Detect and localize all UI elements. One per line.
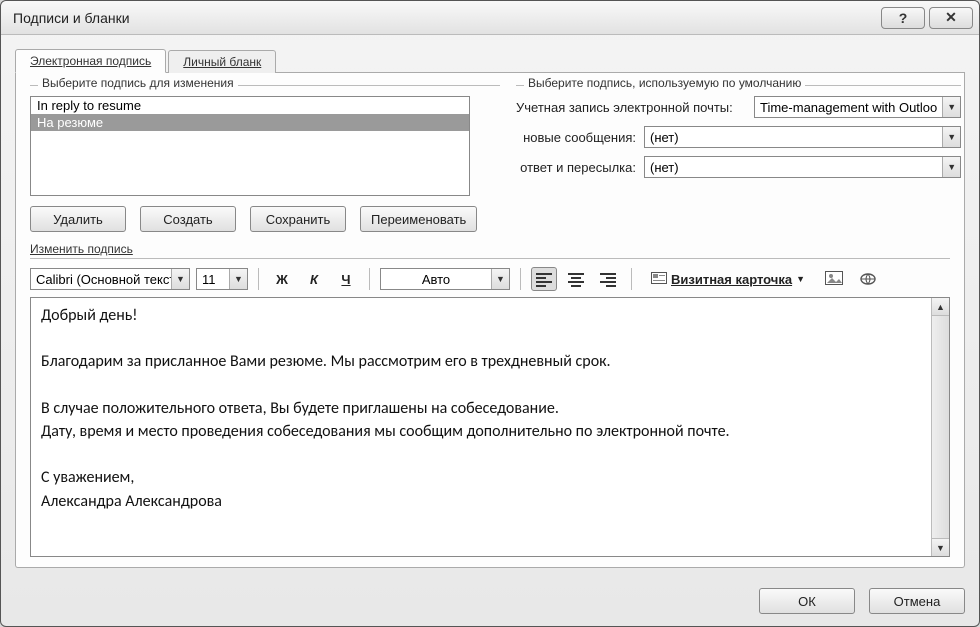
separator: [258, 268, 259, 290]
tab-label: Электронная подпись: [30, 54, 151, 68]
replies-row: ответ и пересылка: (нет) ▼: [516, 156, 961, 178]
default-signature-group: Выберите подпись, используемую по умолча…: [516, 85, 961, 232]
chevron-down-icon: ▼: [229, 269, 247, 289]
chevron-down-icon: ▼: [796, 274, 805, 284]
button-label: Переименовать: [371, 212, 466, 227]
signature-buttons: Удалить Создать Сохранить Переименовать: [30, 206, 500, 232]
align-right-button[interactable]: [595, 267, 621, 291]
scroll-down-icon[interactable]: ▼: [932, 538, 949, 556]
separator: [369, 268, 370, 290]
save-button[interactable]: Сохранить: [250, 206, 346, 232]
font-combo[interactable]: Calibri (Основной текст ▼: [30, 268, 190, 290]
align-right-icon: [600, 273, 616, 285]
bold-button[interactable]: Ж: [269, 267, 295, 291]
group-frame: Учетная запись электронной почты: Time-m…: [516, 85, 961, 178]
button-label: Визитная карточка: [671, 272, 792, 287]
rename-button[interactable]: Переименовать: [360, 206, 477, 232]
top-row: Выберите подпись для изменения In reply …: [30, 85, 950, 232]
button-label: Отмена: [894, 594, 941, 609]
button-label: К: [310, 272, 318, 287]
business-card-button[interactable]: Визитная карточка ▼: [642, 267, 814, 291]
titlebar: Подписи и бланки ? ✕: [1, 1, 979, 35]
list-item[interactable]: In reply to resume: [31, 97, 469, 114]
tab-personal-stationery[interactable]: Личный бланк: [168, 50, 276, 73]
combo-value: Calibri (Основной текст: [31, 272, 171, 287]
link-icon: [859, 271, 877, 287]
italic-button[interactable]: К: [301, 267, 327, 291]
separator: [631, 268, 632, 290]
button-label: Создать: [163, 212, 212, 227]
group-label: Выберите подпись для изменения: [38, 76, 238, 90]
dialog-window: Подписи и бланки ? ✕ Электронная подпись…: [0, 0, 980, 627]
align-center-button[interactable]: [563, 267, 589, 291]
new-messages-combo[interactable]: (нет) ▼: [644, 126, 961, 148]
help-button[interactable]: ?: [881, 7, 925, 29]
signature-editor[interactable]: Добрый день! Благодарим за присланное Ва…: [31, 298, 931, 556]
edit-signature-label: Изменить подпись: [30, 242, 950, 256]
ok-button[interactable]: ОК: [759, 588, 855, 614]
tab-panel: Выберите подпись для изменения In reply …: [15, 73, 965, 568]
delete-button[interactable]: Удалить: [30, 206, 126, 232]
align-left-icon: [536, 273, 552, 285]
separator: [520, 268, 521, 290]
card-icon: [651, 272, 667, 286]
group-frame: In reply to resume На резюме Удалить Соз…: [30, 85, 500, 232]
close-button[interactable]: ✕: [929, 7, 973, 29]
replies-label: ответ и пересылка:: [516, 160, 644, 175]
scroll-up-icon[interactable]: ▲: [932, 298, 949, 316]
scrollbar[interactable]: ▲ ▼: [931, 298, 949, 556]
button-label: Ж: [276, 272, 288, 287]
edit-signature-group: Изменить подпись Calibri (Основной текст…: [30, 242, 950, 557]
replies-combo[interactable]: (нет) ▼: [644, 156, 961, 178]
button-label: Ч: [341, 272, 350, 287]
picture-icon: [825, 271, 843, 287]
combo-value: (нет): [645, 130, 942, 145]
dialog-footer: ОК Отмена: [1, 578, 979, 626]
signature-listbox[interactable]: In reply to resume На резюме: [30, 96, 470, 196]
new-button[interactable]: Создать: [140, 206, 236, 232]
new-messages-label: новые сообщения:: [516, 130, 644, 145]
group-label: Выберите подпись, используемую по умолча…: [524, 76, 805, 90]
combo-value: 11: [197, 272, 229, 287]
chevron-down-icon: ▼: [942, 157, 960, 177]
font-color-combo[interactable]: Авто ▼: [380, 268, 510, 290]
combo-value: (нет): [645, 160, 942, 175]
list-item[interactable]: На резюме: [31, 114, 469, 131]
tab-bar: Электронная подпись Личный бланк: [15, 45, 965, 73]
new-messages-row: новые сообщения: (нет) ▼: [516, 126, 961, 148]
insert-picture-button[interactable]: [820, 267, 848, 291]
select-signature-group: Выберите подпись для изменения In reply …: [30, 85, 500, 232]
label-text: Изменить подпись: [30, 242, 133, 256]
account-label: Учетная запись электронной почты:: [516, 100, 754, 115]
button-label: Удалить: [53, 212, 103, 227]
divider: [30, 258, 950, 259]
account-row: Учетная запись электронной почты: Time-m…: [516, 96, 961, 118]
align-center-icon: [568, 273, 584, 285]
button-label: Сохранить: [266, 212, 331, 227]
dialog-body: Электронная подпись Личный бланк Выберит…: [1, 35, 979, 578]
chevron-down-icon: ▼: [171, 269, 189, 289]
chevron-down-icon: ▼: [491, 269, 509, 289]
combo-value: Авто: [381, 272, 491, 287]
font-size-combo[interactable]: 11 ▼: [196, 268, 248, 290]
chevron-down-icon: ▼: [942, 127, 960, 147]
editor-toolbar: Calibri (Основной текст ▼ 11 ▼ Ж К Ч Авт…: [30, 267, 950, 291]
align-left-button[interactable]: [531, 267, 557, 291]
cancel-button[interactable]: Отмена: [869, 588, 965, 614]
chevron-down-icon: ▼: [942, 97, 960, 117]
tab-email-signature[interactable]: Электронная подпись: [15, 49, 166, 73]
account-combo[interactable]: Time-management with Outloo ▼: [754, 96, 961, 118]
underline-button[interactable]: Ч: [333, 267, 359, 291]
editor-wrap: Добрый день! Благодарим за присланное Ва…: [30, 297, 950, 557]
window-title: Подписи и бланки: [13, 10, 877, 26]
insert-hyperlink-button[interactable]: [854, 267, 882, 291]
tab-label: Личный бланк: [183, 55, 261, 69]
button-label: ОК: [798, 594, 816, 609]
combo-value: Time-management with Outloo: [755, 100, 942, 115]
